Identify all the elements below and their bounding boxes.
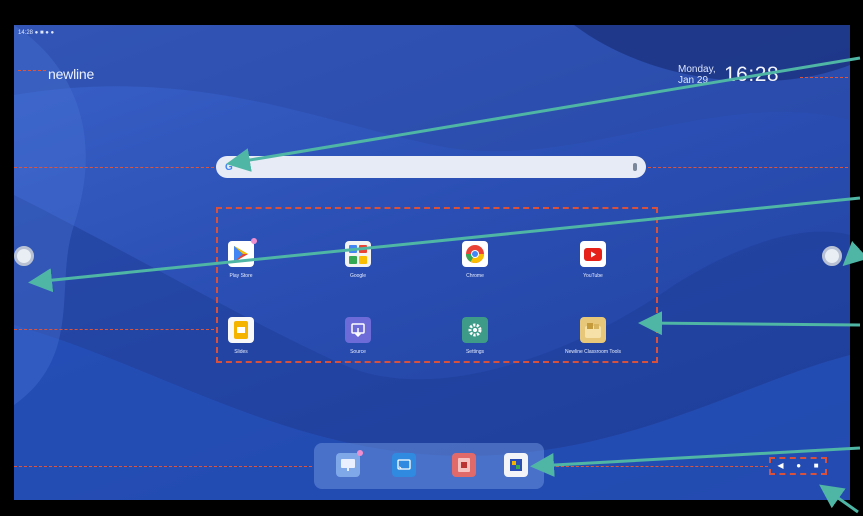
newline-logo: newline: [48, 66, 95, 82]
right-sidebar-handle[interactable]: [822, 246, 842, 266]
settings-icon: [462, 317, 488, 343]
app-google[interactable]: Google: [313, 241, 403, 279]
guide-line-dock: [14, 466, 312, 467]
guide-line-middle: [14, 329, 214, 330]
cast-icon[interactable]: [392, 453, 416, 477]
app-label: Source: [350, 349, 366, 355]
guide-line-top: [18, 70, 46, 71]
tablet-screen: 14:28 ● ■ ● ● newline Monday, Jan 29 16:…: [14, 25, 850, 500]
left-sidebar-handle[interactable]: [14, 246, 34, 266]
app-label: YouTube: [583, 273, 603, 279]
app-slides[interactable]: Slides: [196, 317, 286, 355]
app-play-store[interactable]: Play Store: [196, 238, 286, 279]
play-store-icon: [228, 238, 257, 267]
file-manager-icon[interactable]: [452, 453, 476, 477]
app-settings[interactable]: Settings: [430, 317, 520, 355]
dock: [314, 443, 544, 489]
recents-button[interactable]: ■: [814, 462, 819, 470]
back-button[interactable]: ◀: [777, 462, 783, 470]
guide-line-search-right: [648, 167, 848, 168]
navigation-keys: ◀ ● ■: [769, 457, 827, 475]
app-youtube[interactable]: YouTube: [548, 241, 638, 279]
status-bar: 14:28 ● ■ ● ●: [18, 29, 54, 37]
youtube-icon: [580, 241, 606, 267]
google-search-bar[interactable]: G: [216, 156, 646, 178]
clock-date: Monday, Jan 29: [678, 64, 716, 86]
google-g-icon: G: [225, 161, 233, 173]
source-icon: [345, 317, 371, 343]
guide-line-dock-right: [546, 466, 768, 467]
classroom-tools-icon: [580, 317, 606, 343]
chrome-icon: [462, 241, 488, 267]
app-chrome[interactable]: Chrome: [430, 241, 520, 279]
app-label: Newline Classroom Tools: [564, 349, 622, 355]
app-label: Slides: [234, 349, 248, 355]
app-newline-classroom-tools[interactable]: Newline Classroom Tools: [548, 317, 638, 355]
app-source[interactable]: Source: [313, 317, 403, 355]
app-label: Play Store: [229, 273, 253, 279]
status-text: 14:28 ● ■ ● ●: [18, 30, 55, 36]
guide-line-top-right: [800, 77, 848, 78]
whiteboard-icon[interactable]: [336, 450, 363, 477]
notification-badge: [357, 450, 363, 456]
app-label: Chrome: [466, 273, 484, 279]
app-grid: Play Store Google Chrome YouTube Slides …: [216, 207, 658, 363]
app-label: Settings: [465, 349, 485, 355]
slides-icon: [228, 317, 254, 343]
clock-time: 16:28: [724, 63, 780, 86]
notification-badge: [251, 238, 257, 244]
apps-launcher-icon[interactable]: [504, 453, 528, 477]
microphone-icon[interactable]: [633, 163, 637, 171]
app-label: Google: [349, 273, 367, 279]
google-apps-icon: [345, 241, 371, 267]
guide-line-search: [14, 167, 214, 168]
home-button[interactable]: ●: [796, 462, 801, 470]
clock-widget: Monday, Jan 29 16:28: [678, 63, 779, 87]
